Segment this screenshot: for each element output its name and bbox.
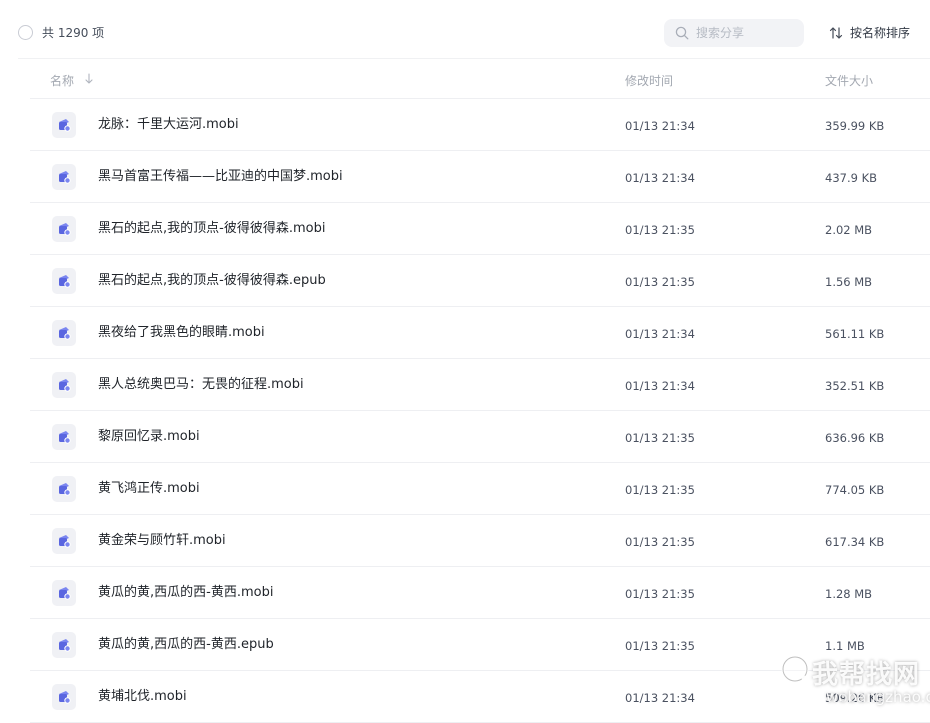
file-size: 2.02 MB	[825, 223, 873, 237]
file-modified-time: 01/13 21:34	[625, 119, 695, 133]
file-size: 561.11 KB	[825, 327, 885, 341]
ebook-file-icon	[52, 580, 76, 606]
file-row[interactable]: 黑夜给了我黑色的眼睛.mobi 01/13 21:34 561.11 KB	[0, 307, 930, 359]
sort-label: 按名称排序	[850, 26, 911, 40]
file-modified-time: 01/13 21:35	[625, 639, 695, 653]
item-count: 共 1290 项	[42, 26, 105, 40]
file-name[interactable]: 黄埔北伐.mobi	[98, 688, 187, 706]
file-name[interactable]: 黑人总统奥巴马：无畏的征程.mobi	[98, 376, 304, 394]
file-name[interactable]: 黄金荣与顾竹轩.mobi	[98, 532, 226, 550]
ebook-file-icon	[52, 268, 76, 294]
file-row[interactable]: 龙脉：千里大运河.mobi 01/13 21:34 359.99 KB	[0, 99, 930, 151]
file-row[interactable]: 黄瓜的黄,西瓜的西-黄西.epub 01/13 21:35 1.1 MB	[0, 619, 930, 671]
file-size: 509.26 KB	[825, 691, 885, 705]
ebook-file-icon	[52, 424, 76, 450]
file-modified-time: 01/13 21:34	[625, 691, 695, 705]
file-name[interactable]: 黄瓜的黄,西瓜的西-黄西.epub	[98, 636, 274, 654]
ebook-file-icon	[52, 216, 76, 242]
file-row[interactable]: 黄金荣与顾竹轩.mobi 01/13 21:35 617.34 KB	[0, 515, 930, 567]
file-modified-time: 01/13 21:34	[625, 327, 695, 341]
select-all-checkbox[interactable]	[18, 25, 33, 40]
file-modified-time: 01/13 21:35	[625, 587, 695, 601]
file-size: 617.34 KB	[825, 535, 885, 549]
search-icon	[675, 26, 689, 40]
file-size: 359.99 KB	[825, 119, 885, 133]
divider	[18, 58, 930, 59]
toolbar: 共 1290 项 搜索分享 按名称排序	[0, 0, 930, 60]
file-modified-time: 01/13 21:35	[625, 275, 695, 289]
file-size: 437.9 KB	[825, 171, 878, 185]
file-name[interactable]: 黑石的起点,我的顶点-彼得彼得森.mobi	[98, 220, 325, 238]
file-modified-time: 01/13 21:35	[625, 483, 695, 497]
ebook-file-icon	[52, 164, 76, 190]
sort-icon	[829, 27, 843, 39]
file-row[interactable]: 黄飞鸿正传.mobi 01/13 21:35 774.05 KB	[0, 463, 930, 515]
column-header-size[interactable]: 文件大小	[825, 72, 873, 89]
file-row[interactable]: 黄瓜的黄,西瓜的西-黄西.mobi 01/13 21:35 1.28 MB	[0, 567, 930, 619]
file-name[interactable]: 黑夜给了我黑色的眼睛.mobi	[98, 324, 265, 342]
ebook-file-icon	[52, 320, 76, 346]
file-row[interactable]: 黑马首富王传福——比亚迪的中国梦.mobi 01/13 21:34 437.9 KB	[0, 151, 930, 203]
ebook-file-icon	[52, 684, 76, 710]
search-input[interactable]: 搜索分享	[664, 19, 804, 47]
sort-arrow-down-icon[interactable]	[84, 73, 94, 85]
file-name[interactable]: 黑马首富王传福——比亚迪的中国梦.mobi	[98, 168, 343, 186]
table-header: 名称 修改时间 文件大小	[0, 60, 930, 98]
file-size: 1.56 MB	[825, 275, 873, 289]
column-header-name[interactable]: 名称	[50, 72, 74, 89]
file-size: 636.96 KB	[825, 431, 885, 445]
ebook-file-icon	[52, 528, 76, 554]
file-name[interactable]: 黎原回忆录.mobi	[98, 428, 200, 446]
file-size: 774.05 KB	[825, 483, 885, 497]
file-name[interactable]: 黄飞鸿正传.mobi	[98, 480, 200, 498]
file-name[interactable]: 黑石的起点,我的顶点-彼得彼得森.epub	[98, 272, 326, 290]
file-size: 1.28 MB	[825, 587, 873, 601]
ebook-file-icon	[52, 372, 76, 398]
ebook-file-icon	[52, 476, 76, 502]
file-name[interactable]: 龙脉：千里大运河.mobi	[98, 116, 239, 134]
file-modified-time: 01/13 21:35	[625, 535, 695, 549]
file-row[interactable]: 黑人总统奥巴马：无畏的征程.mobi 01/13 21:34 352.51 KB	[0, 359, 930, 411]
ebook-file-icon	[52, 112, 76, 138]
file-modified-time: 01/13 21:34	[625, 379, 695, 393]
ebook-file-icon	[52, 632, 76, 658]
file-row[interactable]: 黑石的起点,我的顶点-彼得彼得森.mobi 01/13 21:35 2.02 MB	[0, 203, 930, 255]
file-modified-time: 01/13 21:35	[625, 223, 695, 237]
file-row[interactable]: 黑石的起点,我的顶点-彼得彼得森.epub 01/13 21:35 1.56 MB	[0, 255, 930, 307]
file-size: 1.1 MB	[825, 639, 865, 653]
file-size: 352.51 KB	[825, 379, 885, 393]
file-name[interactable]: 黄瓜的黄,西瓜的西-黄西.mobi	[98, 584, 273, 602]
column-header-time[interactable]: 修改时间	[625, 72, 673, 89]
file-modified-time: 01/13 21:35	[625, 431, 695, 445]
search-placeholder: 搜索分享	[696, 26, 745, 40]
file-modified-time: 01/13 21:34	[625, 171, 695, 185]
file-row[interactable]: 黄埔北伐.mobi 01/13 21:34 509.26 KB	[0, 671, 930, 723]
file-list: 龙脉：千里大运河.mobi 01/13 21:34 359.99 KB 黑马首富王传福…	[0, 99, 930, 723]
file-row[interactable]: 黎原回忆录.mobi 01/13 21:35 636.96 KB	[0, 411, 930, 463]
